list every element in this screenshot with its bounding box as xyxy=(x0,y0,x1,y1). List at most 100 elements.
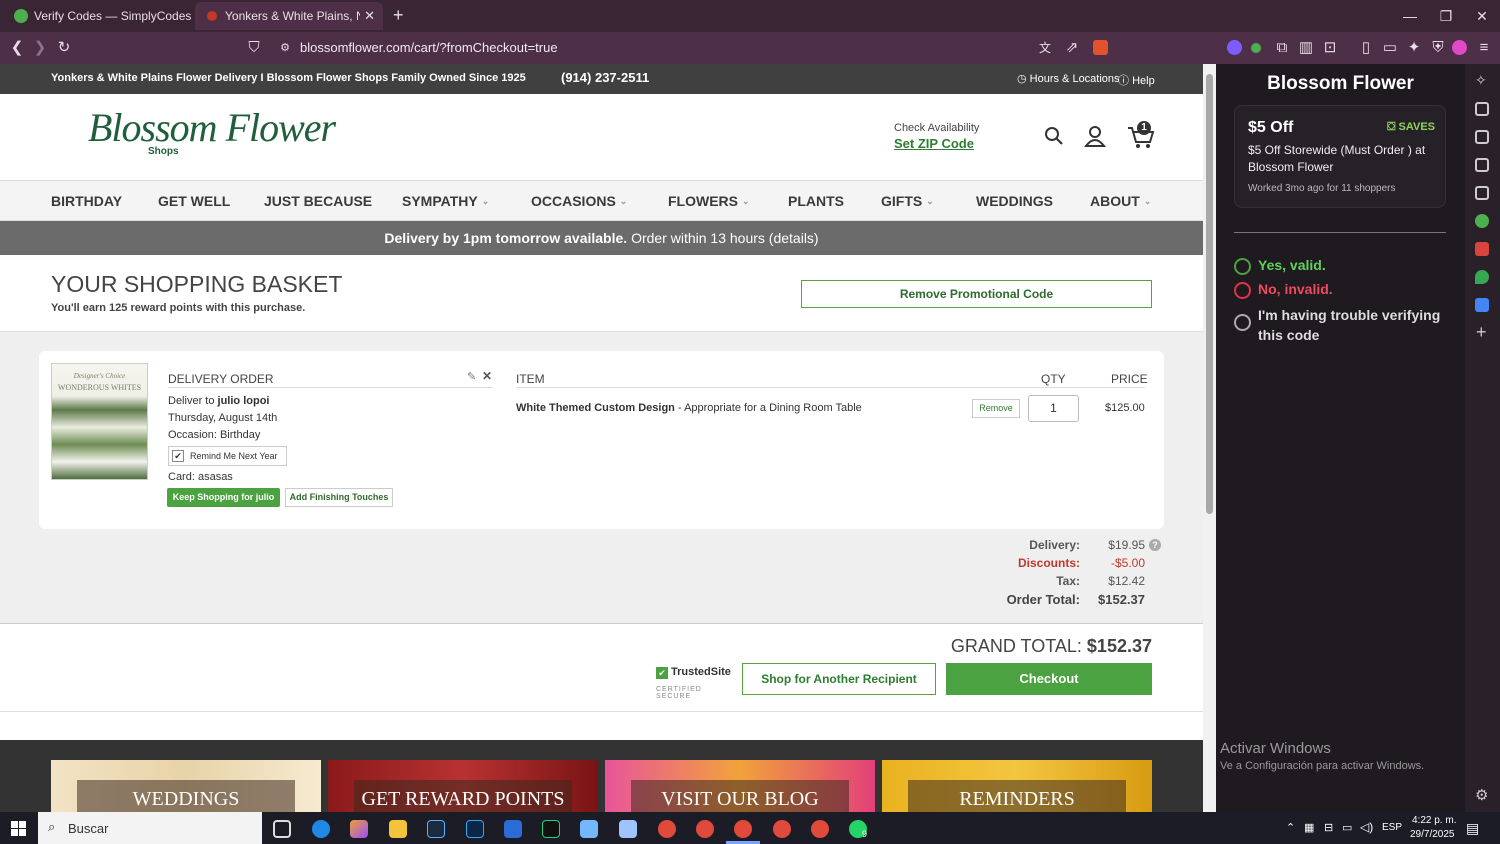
new-tab-icon[interactable]: + xyxy=(393,5,404,26)
restore-icon[interactable]: ❐ xyxy=(1428,0,1464,32)
clock-date[interactable]: 29/7/2025 xyxy=(1410,829,1455,840)
site-info-icon[interactable]: ⚙ xyxy=(275,38,295,58)
trustedsite-badge[interactable]: ✔ TrustedSite CERTIFIED SECURE xyxy=(656,666,731,700)
app-icon-2[interactable] xyxy=(619,820,637,838)
simplycodes-ext-icon[interactable] xyxy=(1251,43,1261,53)
gmail-icon[interactable] xyxy=(1475,242,1489,256)
nav-weddings[interactable]: WEDDINGS xyxy=(976,193,1053,209)
nvidia-icon[interactable]: ▦ xyxy=(1304,821,1314,834)
page-scrollbar[interactable] xyxy=(1203,64,1216,812)
account-icon[interactable] xyxy=(1083,124,1107,148)
tab-simplycodes[interactable]: Verify Codes — SimplyCodes xyxy=(4,2,192,30)
tile-blog[interactable]: VISIT OUR BLOG xyxy=(605,760,875,812)
back-icon[interactable]: ❮ xyxy=(7,38,27,58)
set-zip-link[interactable]: Set ZIP Code xyxy=(894,136,974,151)
remove-promo-button[interactable]: Remove Promotional Code xyxy=(801,280,1152,308)
taskbar-search[interactable]: ⌕ Buscar xyxy=(38,812,262,844)
volume-icon[interactable]: ◁) xyxy=(1360,820,1373,834)
edit-icon[interactable]: ✎ xyxy=(467,370,476,383)
tray-icon[interactable]: ⊟ xyxy=(1324,821,1333,834)
cart-icon[interactable]: 1 xyxy=(1127,121,1155,150)
bookmarks-icon[interactable] xyxy=(1475,158,1489,172)
qty-input[interactable]: 1 xyxy=(1028,395,1079,422)
brave-icon-2[interactable] xyxy=(696,820,714,838)
language-indicator[interactable]: ESP xyxy=(1382,822,1402,833)
maps-icon[interactable] xyxy=(1475,270,1489,284)
extension-icon[interactable] xyxy=(1227,40,1242,55)
lightroom-icon[interactable] xyxy=(427,820,445,838)
product-image[interactable]: Designer's Choice WONDEROUS WHITES xyxy=(51,363,148,480)
photoshop-icon[interactable] xyxy=(466,820,484,838)
nav-about[interactable]: ABOUT ⌄ xyxy=(1090,193,1151,209)
task-view-icon[interactable] xyxy=(273,820,291,838)
tab-blossomflower[interactable]: Yonkers & White Plains, New Yor ✕ xyxy=(195,2,383,30)
puzzle-icon[interactable]: ⧉ xyxy=(1272,38,1292,58)
network-icon[interactable]: ▭ xyxy=(1342,821,1352,834)
trouble-option[interactable]: I'm having trouble verifying this code xyxy=(1234,304,1464,344)
reading-list-icon[interactable] xyxy=(1475,186,1489,200)
address-bar[interactable]: blossomflower.com/cart/?fromCheckout=tru… xyxy=(300,40,558,55)
delivery-details-link[interactable]: (details) xyxy=(769,230,819,246)
settings-icon[interactable]: ⚙ xyxy=(1475,786,1488,804)
brave-shields-icon[interactable] xyxy=(1093,40,1108,55)
close-window-icon[interactable]: ✕ xyxy=(1464,0,1500,32)
help-icon[interactable]: ? xyxy=(1149,539,1161,551)
search-icon[interactable] xyxy=(1044,126,1064,146)
remind-checkbox[interactable]: ✔ Remind Me Next Year xyxy=(168,446,287,466)
tile-weddings[interactable]: WEDDINGS xyxy=(51,760,321,812)
notifications-icon[interactable]: ▤ xyxy=(1466,820,1479,837)
another-recipient-button[interactable]: Shop for Another Recipient xyxy=(742,663,936,695)
news-icon[interactable] xyxy=(1475,102,1489,116)
translate-icon[interactable] xyxy=(1475,298,1489,312)
nav-get-well[interactable]: GET WELL xyxy=(158,193,230,209)
store-icon[interactable] xyxy=(504,820,522,838)
brave-icon-4[interactable] xyxy=(811,820,829,838)
brave-icon-active[interactable] xyxy=(734,820,752,838)
share-icon[interactable]: ⇗ xyxy=(1062,38,1082,58)
leo-icon[interactable]: ✦ xyxy=(1404,38,1424,58)
invalid-option[interactable]: No, invalid. xyxy=(1234,280,1464,300)
offer-card[interactable]: $5 Off ⛋ SAVES $5 Off Storewide (Must Or… xyxy=(1234,105,1446,208)
leo-ai-icon[interactable]: ✧ xyxy=(1475,72,1487,89)
nav-birthday[interactable]: BIRTHDAY xyxy=(51,193,122,209)
reload-icon[interactable]: ↻ xyxy=(54,38,74,58)
nav-gifts[interactable]: GIFTS ⌄ xyxy=(881,193,934,209)
edge-icon[interactable] xyxy=(312,820,330,838)
clock-time[interactable]: 4:22 p. m. xyxy=(1412,815,1456,826)
tile-reward-points[interactable]: GET REWARD POINTS xyxy=(328,760,598,812)
delete-order-icon[interactable]: ✕ xyxy=(482,369,492,383)
keep-shopping-button[interactable]: Keep Shopping for julio xyxy=(167,488,280,507)
nav-flowers[interactable]: FLOWERS ⌄ xyxy=(668,193,750,209)
translate-icon[interactable]: 文 xyxy=(1035,38,1055,58)
site-logo[interactable]: Blossom Flower Shops xyxy=(88,104,336,164)
forward-icon[interactable]: ❯ xyxy=(30,38,50,58)
menu-icon[interactable]: ≡ xyxy=(1474,38,1494,58)
screenshot-icon[interactable]: ⊡ xyxy=(1320,38,1340,58)
vpn-icon[interactable]: ⛨ xyxy=(1428,38,1448,58)
help-link[interactable]: ⓘ Help xyxy=(1118,72,1155,88)
pycharm-icon[interactable] xyxy=(542,820,560,838)
checkout-button[interactable]: Checkout xyxy=(946,663,1152,695)
bookmark-icon[interactable]: ⛉ xyxy=(244,38,264,58)
chevron-up-icon[interactable]: ⌃ xyxy=(1286,821,1295,834)
nav-occasions[interactable]: OCCASIONS ⌄ xyxy=(531,193,627,209)
nav-just-because[interactable]: JUST BECAUSE xyxy=(264,193,372,209)
nav-plants[interactable]: PLANTS xyxy=(788,193,844,209)
finishing-touches-button[interactable]: Add Finishing Touches xyxy=(285,488,393,507)
hours-link[interactable]: ◷ Hours & Locations xyxy=(1017,72,1120,85)
app-icon[interactable] xyxy=(580,820,598,838)
file-explorer-icon[interactable] xyxy=(389,820,407,838)
close-tab-icon[interactable]: ✕ xyxy=(364,2,375,30)
nav-sympathy[interactable]: SYMPATHY ⌄ xyxy=(402,193,489,209)
sidebar-toggle-icon[interactable]: ▥ xyxy=(1296,38,1316,58)
valid-option[interactable]: Yes, valid. xyxy=(1234,256,1464,276)
tile-reminders[interactable]: REMINDERS xyxy=(882,760,1152,812)
scroll-thumb[interactable] xyxy=(1206,74,1213,514)
remove-item-button[interactable]: Remove xyxy=(972,399,1020,418)
wallet-icon[interactable] xyxy=(1475,130,1489,144)
minimize-icon[interactable]: — xyxy=(1392,0,1428,32)
phone-link[interactable]: (914) 237-2511 xyxy=(561,70,649,85)
wallet-icon[interactable]: ▭ xyxy=(1380,38,1400,58)
brave-icon-3[interactable] xyxy=(773,820,791,838)
panel-icon[interactable]: ▯ xyxy=(1356,38,1376,58)
